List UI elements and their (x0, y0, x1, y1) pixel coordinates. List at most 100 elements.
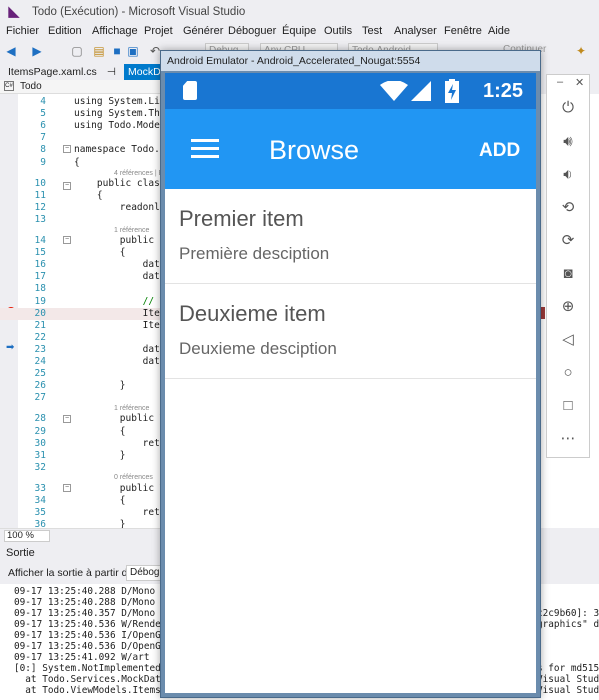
code-line[interactable]: 10 public class (0, 177, 166, 190)
menu-fichier[interactable]: Fichier (6, 25, 39, 37)
code-line[interactable]: 35 retu (0, 507, 166, 519)
code-text: using System.Lin (74, 96, 166, 107)
code-line[interactable]: 31 } (0, 450, 165, 462)
code-line[interactable]: 16 data (0, 259, 166, 271)
open-folder-icon[interactable]: ▤ (92, 44, 106, 58)
code-text: public M (74, 235, 166, 246)
back-icon[interactable]: ◁ (556, 329, 580, 351)
volume-down-icon[interactable]: 🔉︎ (556, 164, 580, 186)
menu-outils[interactable]: Outils (324, 25, 352, 37)
volume-up-icon[interactable]: 🔊︎ (556, 131, 580, 153)
code-line[interactable]: 20 Item (0, 307, 166, 320)
rotate-left-icon[interactable]: ⟲ (556, 197, 580, 219)
forward-icon[interactable]: ▶ (30, 44, 44, 58)
menu-aide[interactable]: Aide (488, 25, 510, 37)
close-icon[interactable]: ✕ (575, 76, 584, 89)
code-line[interactable]: 21 Item (0, 320, 166, 332)
code-line[interactable]: 14 public M (0, 235, 166, 247)
navbar-project[interactable]: Todo (20, 81, 42, 92)
add-button[interactable]: ADD (479, 140, 520, 162)
zoom-select[interactable]: 100 % (4, 530, 50, 542)
save-all-icon[interactable]: ▣ (126, 44, 140, 58)
code-line[interactable]: 8 namespace Todo.S (0, 144, 165, 156)
code-line[interactable]: 4 using System.Lin (0, 96, 165, 108)
zoom-icon[interactable]: ⊕ (556, 296, 580, 318)
codelens-hint[interactable]: 1 référence (114, 404, 149, 413)
code-line[interactable]: 28 public T (0, 413, 166, 425)
power-icon[interactable]: ⏻ (556, 97, 580, 119)
code-line[interactable]: 17 data (0, 271, 166, 283)
rotate-right-icon[interactable]: ⟳ (556, 230, 580, 252)
save-icon[interactable]: ■ (110, 44, 124, 58)
tab-itemspage[interactable]: ItemsPage.xaml.cs ⊣ (4, 64, 120, 80)
output-line: at Todo.Services.MockData (14, 674, 167, 685)
line-number: 10 (34, 177, 46, 189)
menu-test[interactable]: Test (362, 25, 382, 37)
code-line[interactable]: 23 data (0, 343, 166, 356)
code-line[interactable]: 26 } (0, 380, 165, 392)
code-line[interactable]: 15 { (0, 247, 165, 259)
code-text: } (74, 449, 126, 461)
code-line[interactable]: 34 { (0, 495, 165, 507)
code-line[interactable]: 11 { (0, 190, 165, 202)
line-number: 35 (34, 507, 46, 519)
menu-fenetre[interactable]: Fenêtre (444, 25, 482, 37)
phone-screen[interactable]: 1:25 Browse ADD Premier item Première de… (165, 73, 536, 693)
editor-zoom-bar: 100 % (0, 528, 165, 542)
pin-icon[interactable]: ⊣ (107, 64, 116, 80)
line-number: 9 (40, 156, 46, 168)
menu-analyser[interactable]: Analyser (394, 25, 437, 37)
code-line[interactable]: 33 public T (0, 483, 166, 495)
menu-edition[interactable]: Edition (48, 25, 82, 37)
minimize-icon[interactable]: – (557, 76, 563, 88)
line-number: 19 (34, 295, 46, 307)
menu-projet[interactable]: Projet (144, 25, 173, 37)
code-text: retu (74, 437, 166, 449)
code-line[interactable]: 9{ (0, 157, 165, 169)
emulator-title-bar[interactable]: Android Emulator - Android_Accelerated_N… (161, 51, 540, 71)
line-number: 24 (34, 356, 46, 367)
hamburger-menu-icon[interactable] (191, 139, 219, 159)
line-number: 34 (34, 495, 46, 506)
control-panel-titlebar: – ✕ (547, 75, 589, 91)
new-file-icon[interactable]: ▢ (70, 44, 84, 58)
back-icon[interactable]: ◀ (4, 44, 18, 58)
code-line[interactable]: 7 (0, 132, 165, 144)
code-line[interactable]: 5 using System.Thr (0, 108, 165, 120)
code-line[interactable]: 27 (0, 392, 165, 404)
code-line[interactable]: 32 (0, 462, 165, 474)
vs-title-bar: ◣ Todo (Exécution) - Microsoft Visual St… (0, 0, 599, 24)
list-item[interactable]: Deuxieme item Deuxieme desciption (165, 284, 536, 379)
menu-equipe[interactable]: Équipe (282, 25, 316, 37)
output-line: 09-17 13:25:40.536 I/OpenGL (14, 630, 167, 641)
code-line[interactable]: 22 (0, 332, 165, 344)
attach-icon[interactable]: ✦ (574, 44, 588, 58)
codelens-hint[interactable]: 1 référence (114, 226, 149, 235)
camera-icon[interactable]: ◙ (556, 263, 580, 285)
code-text: using System.Thr (74, 108, 166, 120)
code-line[interactable]: 12 readonly (0, 202, 166, 214)
code-line[interactable]: 24 data (0, 356, 166, 368)
code-line[interactable]: 6 using Todo.Model (0, 120, 165, 132)
more-icon[interactable]: ⋯ (556, 428, 580, 450)
code-text: Item (74, 307, 166, 319)
code-line[interactable]: 19 // T (0, 295, 166, 308)
menu-affichage[interactable]: Affichage (92, 25, 138, 37)
menu-generer[interactable]: Générer (183, 25, 223, 37)
code-line[interactable]: 30 retu (0, 437, 166, 450)
list-item[interactable]: Premier item Première desciption (165, 189, 536, 284)
codelens-hint[interactable]: 0 références (114, 473, 153, 482)
home-icon[interactable]: ○ (556, 362, 580, 384)
code-line[interactable]: 29 { (0, 426, 165, 438)
menu-deboguer[interactable]: Déboguer (228, 25, 276, 37)
line-number: 23 (34, 343, 46, 355)
code-line[interactable]: 25 (0, 368, 165, 380)
emulator-window-title: Android Emulator - Android_Accelerated_N… (167, 55, 421, 67)
code-editor[interactable]: ➡ − − − − − 4 références | Bru 1 référen… (0, 94, 170, 530)
android-emulator-window[interactable]: Android Emulator - Android_Accelerated_N… (160, 50, 541, 698)
line-number: 29 (34, 425, 46, 437)
line-number: 27 (34, 392, 46, 404)
code-line[interactable]: 13 (0, 214, 165, 226)
overview-icon[interactable]: □ (556, 395, 580, 417)
code-line[interactable]: 18 (0, 283, 165, 295)
